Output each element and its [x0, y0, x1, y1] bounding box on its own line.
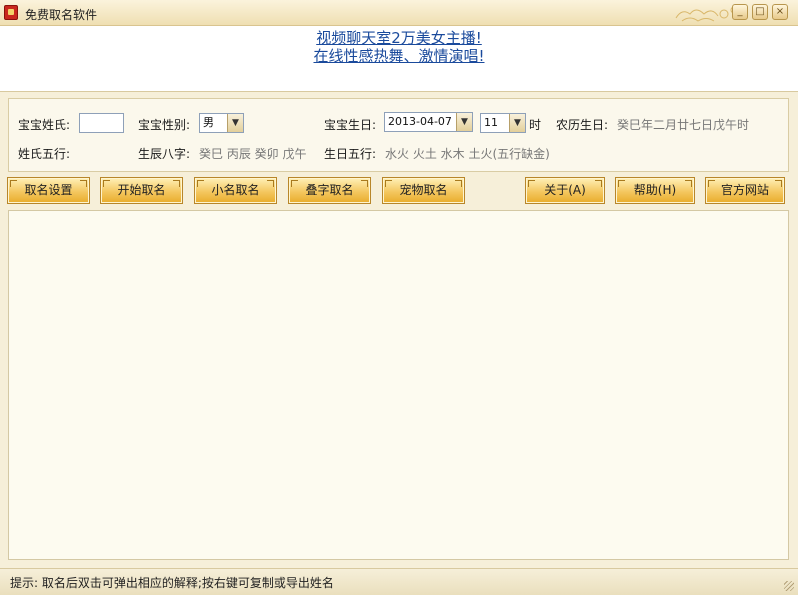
app-icon: [4, 5, 18, 20]
birthday-label: 宝宝生日:: [324, 118, 377, 132]
lunar-value: 癸巳年二月廿七日戊午时: [617, 118, 750, 132]
status-bar: 提示: 取名后双击可弹出相应的解释;按右键可复制或导出姓名: [0, 568, 798, 595]
maximize-button[interactable]: □: [752, 4, 768, 20]
birthday-value: 2013-04-07: [388, 115, 452, 128]
official-website-button[interactable]: 官方网站: [705, 177, 785, 204]
help-button[interactable]: 帮助(H): [615, 177, 695, 204]
ad-link-2[interactable]: 在线性感热舞、激情演唱!: [0, 45, 798, 66]
chevron-down-icon[interactable]: ▼: [227, 114, 243, 132]
birth-info-panel: 宝宝姓氏: 宝宝性别: 男 ▼ 宝宝生日: 2013-04-07 ▼ 11 ▼ …: [8, 98, 789, 172]
resize-grip-icon[interactable]: [784, 581, 794, 591]
nickname-naming-button[interactable]: 小名取名: [194, 177, 277, 204]
title-bar[interactable]: 免费取名软件 _ □ ×: [0, 0, 798, 26]
gender-value: 男: [203, 116, 214, 129]
name-results-list[interactable]: [8, 210, 789, 560]
double-char-naming-button[interactable]: 叠字取名: [288, 177, 371, 204]
gender-select[interactable]: 男 ▼: [199, 113, 244, 133]
about-button[interactable]: 关于(A): [525, 177, 605, 204]
ad-banner: 视频聊天室2万美女主播! 在线性感热舞、激情演唱!: [0, 26, 798, 92]
surname-input[interactable]: [79, 113, 124, 133]
window-title: 免费取名软件: [25, 8, 98, 22]
surname-wuxing-label: 姓氏五行:: [18, 147, 71, 161]
naming-settings-button[interactable]: 取名设置: [7, 177, 90, 204]
status-hint: 提示: 取名后双击可弹出相应的解释;按右键可复制或导出姓名: [10, 576, 334, 590]
surname-label: 宝宝姓氏:: [18, 118, 71, 132]
lunar-label: 农历生日:: [556, 118, 609, 132]
bazi-label: 生辰八字:: [138, 147, 191, 161]
start-naming-button[interactable]: 开始取名: [100, 177, 183, 204]
hour-value: 11: [484, 116, 498, 129]
minimize-button[interactable]: _: [732, 4, 748, 20]
birth-wuxing-value: 水火 火土 水木 土火(五行缺金): [385, 147, 550, 161]
bazi-value: 癸巳 丙辰 癸卯 戊午: [199, 147, 307, 161]
birth-wuxing-label: 生日五行:: [324, 147, 377, 161]
hour-unit: 时: [529, 118, 542, 132]
birthday-picker[interactable]: 2013-04-07 ▼: [384, 112, 473, 132]
chevron-down-icon[interactable]: ▼: [509, 114, 525, 132]
hour-select[interactable]: 11 ▼: [480, 113, 526, 133]
close-button[interactable]: ×: [772, 4, 788, 20]
chevron-down-icon[interactable]: ▼: [456, 113, 472, 131]
gender-label: 宝宝性别:: [138, 118, 191, 132]
pet-naming-button[interactable]: 宠物取名: [382, 177, 465, 204]
